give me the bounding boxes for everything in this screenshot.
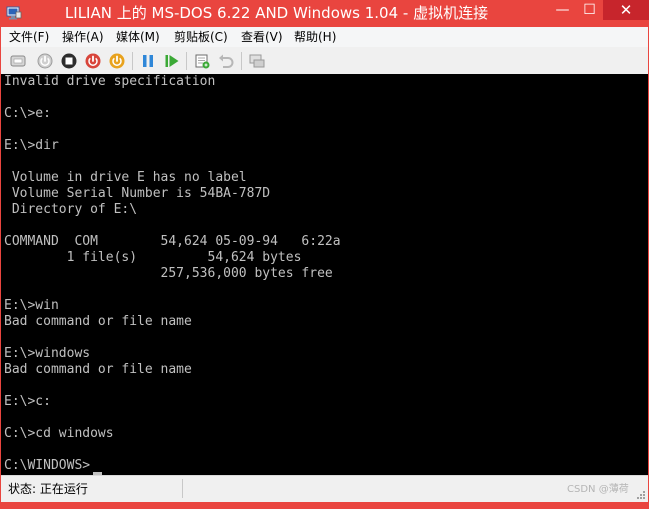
console-line: Bad command or file name: [4, 314, 192, 329]
revert-icon[interactable]: [217, 52, 235, 70]
close-button[interactable]: ✕: [603, 0, 649, 20]
console-line: COMMAND COM 54,624 05-09-94 6:22a: [4, 234, 341, 249]
menu-bar: 文件(F) 操作(A) 媒体(M) 剪贴板(C) 查看(V) 帮助(H): [1, 27, 648, 47]
console-line: E:\>c:: [4, 394, 51, 409]
console-line: Volume in drive E has no label: [4, 170, 247, 185]
status-text: 状态: 正在运行: [8, 482, 88, 496]
vm-connection-window: LILIAN 上的 MS-DOS 6.22 AND Windows 1.04 -…: [0, 0, 649, 509]
menu-view[interactable]: 查看(V): [241, 29, 283, 45]
toolbar-separator: [241, 52, 242, 70]
console-line: E:\>windows: [4, 346, 91, 361]
toolbar-separator: [132, 52, 133, 70]
console-line: Volume Serial Number is 54BA-787D: [4, 186, 271, 201]
console-line: E:\>win: [4, 298, 59, 313]
pause-icon[interactable]: [139, 52, 157, 70]
status-bar: 状态: 正在运行 CSDN @薄荷: [1, 475, 648, 502]
ctrl-alt-del-icon[interactable]: [9, 52, 27, 70]
console-prompt-line: C:\WINDOWS>: [4, 458, 91, 473]
console-line: Directory of E:\: [4, 202, 138, 217]
console-line: C:\>cd windows: [4, 426, 114, 441]
menu-clipboard[interactable]: 剪贴板(C): [174, 29, 228, 45]
menu-help[interactable]: 帮助(H): [294, 29, 336, 45]
console-line: 257,536,000 bytes free: [4, 266, 333, 281]
turn-off-icon[interactable]: [60, 52, 78, 70]
vm-console-screen[interactable]: Invalid drive specification C:\>e: E:\>d…: [1, 74, 648, 475]
console-line: Invalid drive specification: [4, 74, 216, 89]
console-line: C:\>e:: [4, 106, 51, 121]
reset-icon[interactable]: [163, 52, 181, 70]
window-client-area: 文件(F) 操作(A) 媒体(M) 剪贴板(C) 查看(V) 帮助(H) Inv…: [1, 27, 648, 502]
minimize-button[interactable]: —: [549, 0, 576, 20]
toolbar-separator: [186, 52, 187, 70]
maximize-button[interactable]: ☐: [576, 0, 603, 20]
toolbar: [1, 48, 648, 74]
status-divider: [182, 479, 183, 498]
start-icon[interactable]: [36, 52, 54, 70]
title-bar[interactable]: LILIAN 上的 MS-DOS 6.22 AND Windows 1.04 -…: [0, 0, 649, 27]
console-line: 1 file(s) 54,624 bytes: [4, 250, 302, 265]
console-line: Bad command or file name: [4, 362, 192, 377]
menu-media[interactable]: 媒体(M): [116, 29, 160, 45]
window-title: LILIAN 上的 MS-DOS 6.22 AND Windows 1.04 -…: [64, 4, 489, 22]
enhanced-session-icon[interactable]: [248, 52, 266, 70]
menu-action[interactable]: 操作(A): [62, 29, 104, 45]
shut-down-icon[interactable]: [84, 52, 102, 70]
resize-grip-icon[interactable]: [636, 490, 646, 500]
save-icon[interactable]: [108, 52, 126, 70]
snapshot-icon[interactable]: [193, 52, 211, 70]
menu-file[interactable]: 文件(F): [9, 29, 49, 45]
console-line: E:\>dir: [4, 138, 59, 153]
watermark-text: CSDN @薄荷: [567, 484, 629, 495]
